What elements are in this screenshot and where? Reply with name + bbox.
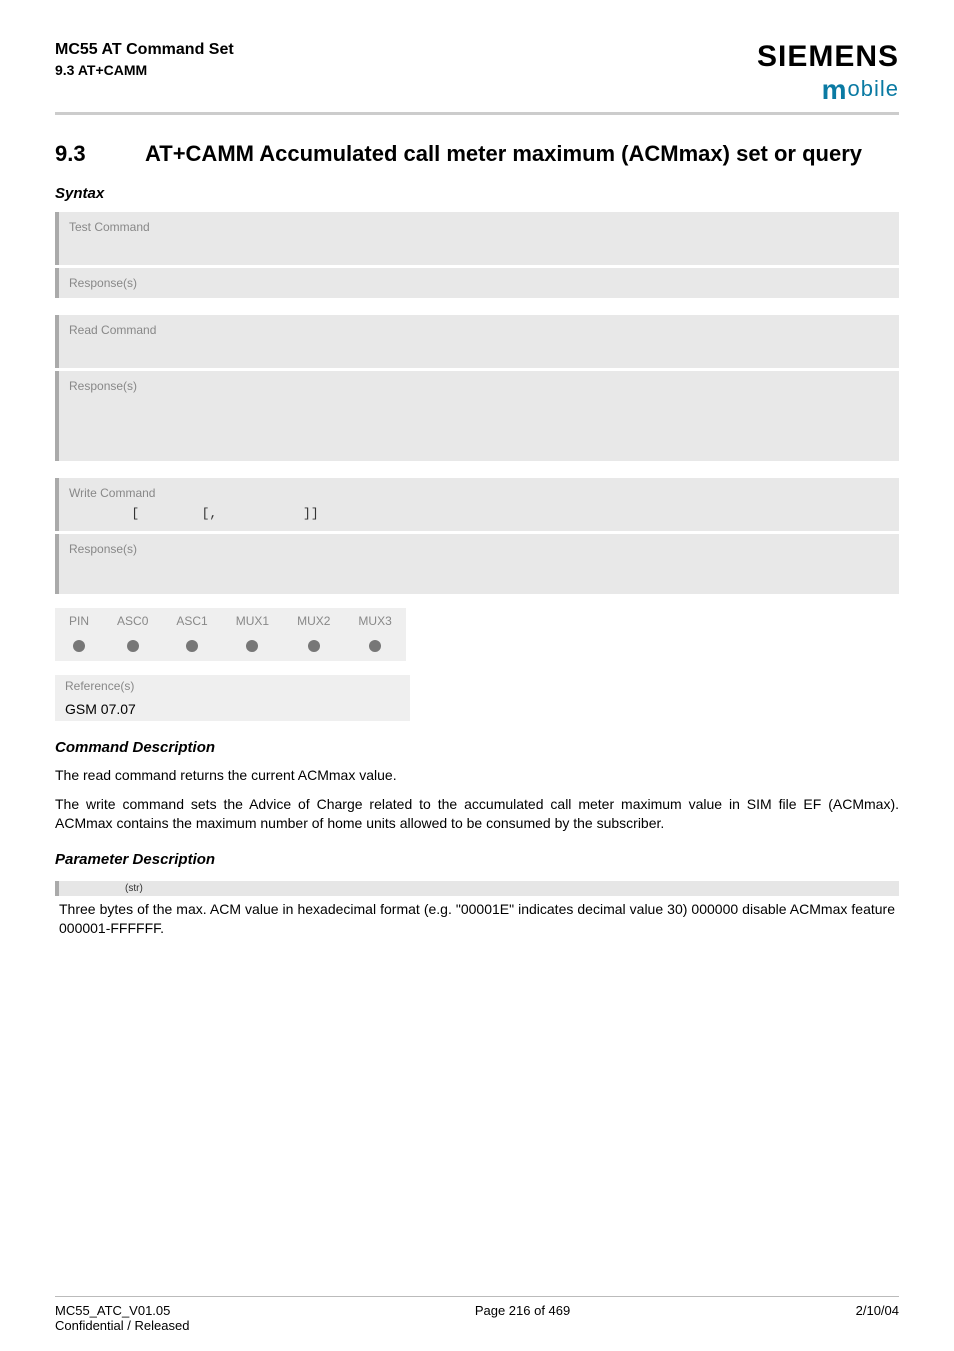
page-footer: MC55_ATC_V01.05 Confidential / Released …: [55, 1296, 899, 1333]
pin-col-4: MUX2: [283, 608, 344, 634]
pin-dot-2: [162, 634, 221, 661]
pin-col-2: ASC1: [162, 608, 221, 634]
pin-col-0: PIN: [55, 608, 103, 634]
read-command-label: Read Command: [59, 315, 899, 343]
test-response-label: Response(s): [59, 268, 899, 296]
section-ref: 9.3 AT+CAMM: [55, 61, 234, 79]
footer-center: Page 216 of 469: [475, 1303, 570, 1333]
test-command-label: Test Command: [59, 212, 899, 240]
write-command-code: [ [, ]]: [59, 506, 899, 531]
syntax-heading: Syntax: [55, 185, 899, 202]
parameter-type-row: (str): [55, 881, 899, 896]
write-command-block: Write Command [ [, ]]: [55, 478, 899, 531]
write-response-block: Response(s): [55, 534, 899, 594]
brand-subline: mobile: [757, 74, 899, 106]
parameter-body: Three bytes of the max. ACM value in hex…: [55, 900, 899, 938]
pin-table: PIN ASC0 ASC1 MUX1 MUX2 MUX3: [55, 608, 406, 661]
reference-value: GSM 07.07: [55, 697, 410, 721]
page-header: MC55 AT Command Set 9.3 AT+CAMM SIEMENS …: [55, 40, 899, 115]
pin-col-3: MUX1: [222, 608, 283, 634]
brand-sub-suffix: obile: [848, 76, 899, 101]
dot-icon: [246, 640, 258, 652]
pin-dot-1: [103, 634, 162, 661]
command-description-p1: The read command returns the current ACM…: [55, 766, 899, 785]
footer-right: 2/10/04: [856, 1303, 899, 1333]
read-response-block: Response(s): [55, 371, 899, 461]
pin-dot-5: [344, 634, 405, 661]
reference-table: Reference(s) GSM 07.07: [55, 675, 410, 721]
write-response-label: Response(s): [59, 534, 899, 562]
read-command-block: Read Command: [55, 315, 899, 368]
section-number: 9.3: [55, 141, 145, 167]
pin-dot-4: [283, 634, 344, 661]
pin-dot-3: [222, 634, 283, 661]
pin-col-1: ASC0: [103, 608, 162, 634]
pin-dot-0: [55, 634, 103, 661]
dot-icon: [73, 640, 85, 652]
table-row: PIN ASC0 ASC1 MUX1 MUX2 MUX3: [55, 608, 406, 634]
table-row: [55, 634, 406, 661]
command-description-heading: Command Description: [55, 739, 899, 756]
header-left: MC55 AT Command Set 9.3 AT+CAMM: [55, 40, 234, 79]
section-title-text: AT+CAMM Accumulated call meter maximum (…: [145, 141, 862, 166]
product-line: MC55 AT Command Set: [55, 40, 234, 61]
test-command-block: Test Command: [55, 212, 899, 265]
test-response-block: Response(s): [55, 268, 899, 298]
parameter-description-heading: Parameter Description: [55, 851, 899, 868]
footer-left: MC55_ATC_V01.05 Confidential / Released: [55, 1303, 189, 1333]
pin-col-5: MUX3: [344, 608, 405, 634]
dot-icon: [369, 640, 381, 652]
read-response-label: Response(s): [59, 371, 899, 399]
read-command-code: [59, 343, 899, 368]
command-description-p2: The write command sets the Advice of Cha…: [55, 795, 899, 833]
footer-status: Confidential / Released: [55, 1318, 189, 1333]
section-heading: 9.3AT+CAMM Accumulated call meter maximu…: [55, 141, 899, 167]
dot-icon: [186, 640, 198, 652]
reference-label: Reference(s): [55, 675, 410, 697]
dot-icon: [127, 640, 139, 652]
write-command-label: Write Command: [59, 478, 899, 506]
header-right: SIEMENS mobile: [757, 40, 899, 106]
test-command-code: [59, 240, 899, 265]
footer-doc-id: MC55_ATC_V01.05: [55, 1303, 189, 1318]
brand-logo: SIEMENS: [757, 40, 899, 74]
dot-icon: [308, 640, 320, 652]
parameter-type: (str): [125, 883, 143, 894]
